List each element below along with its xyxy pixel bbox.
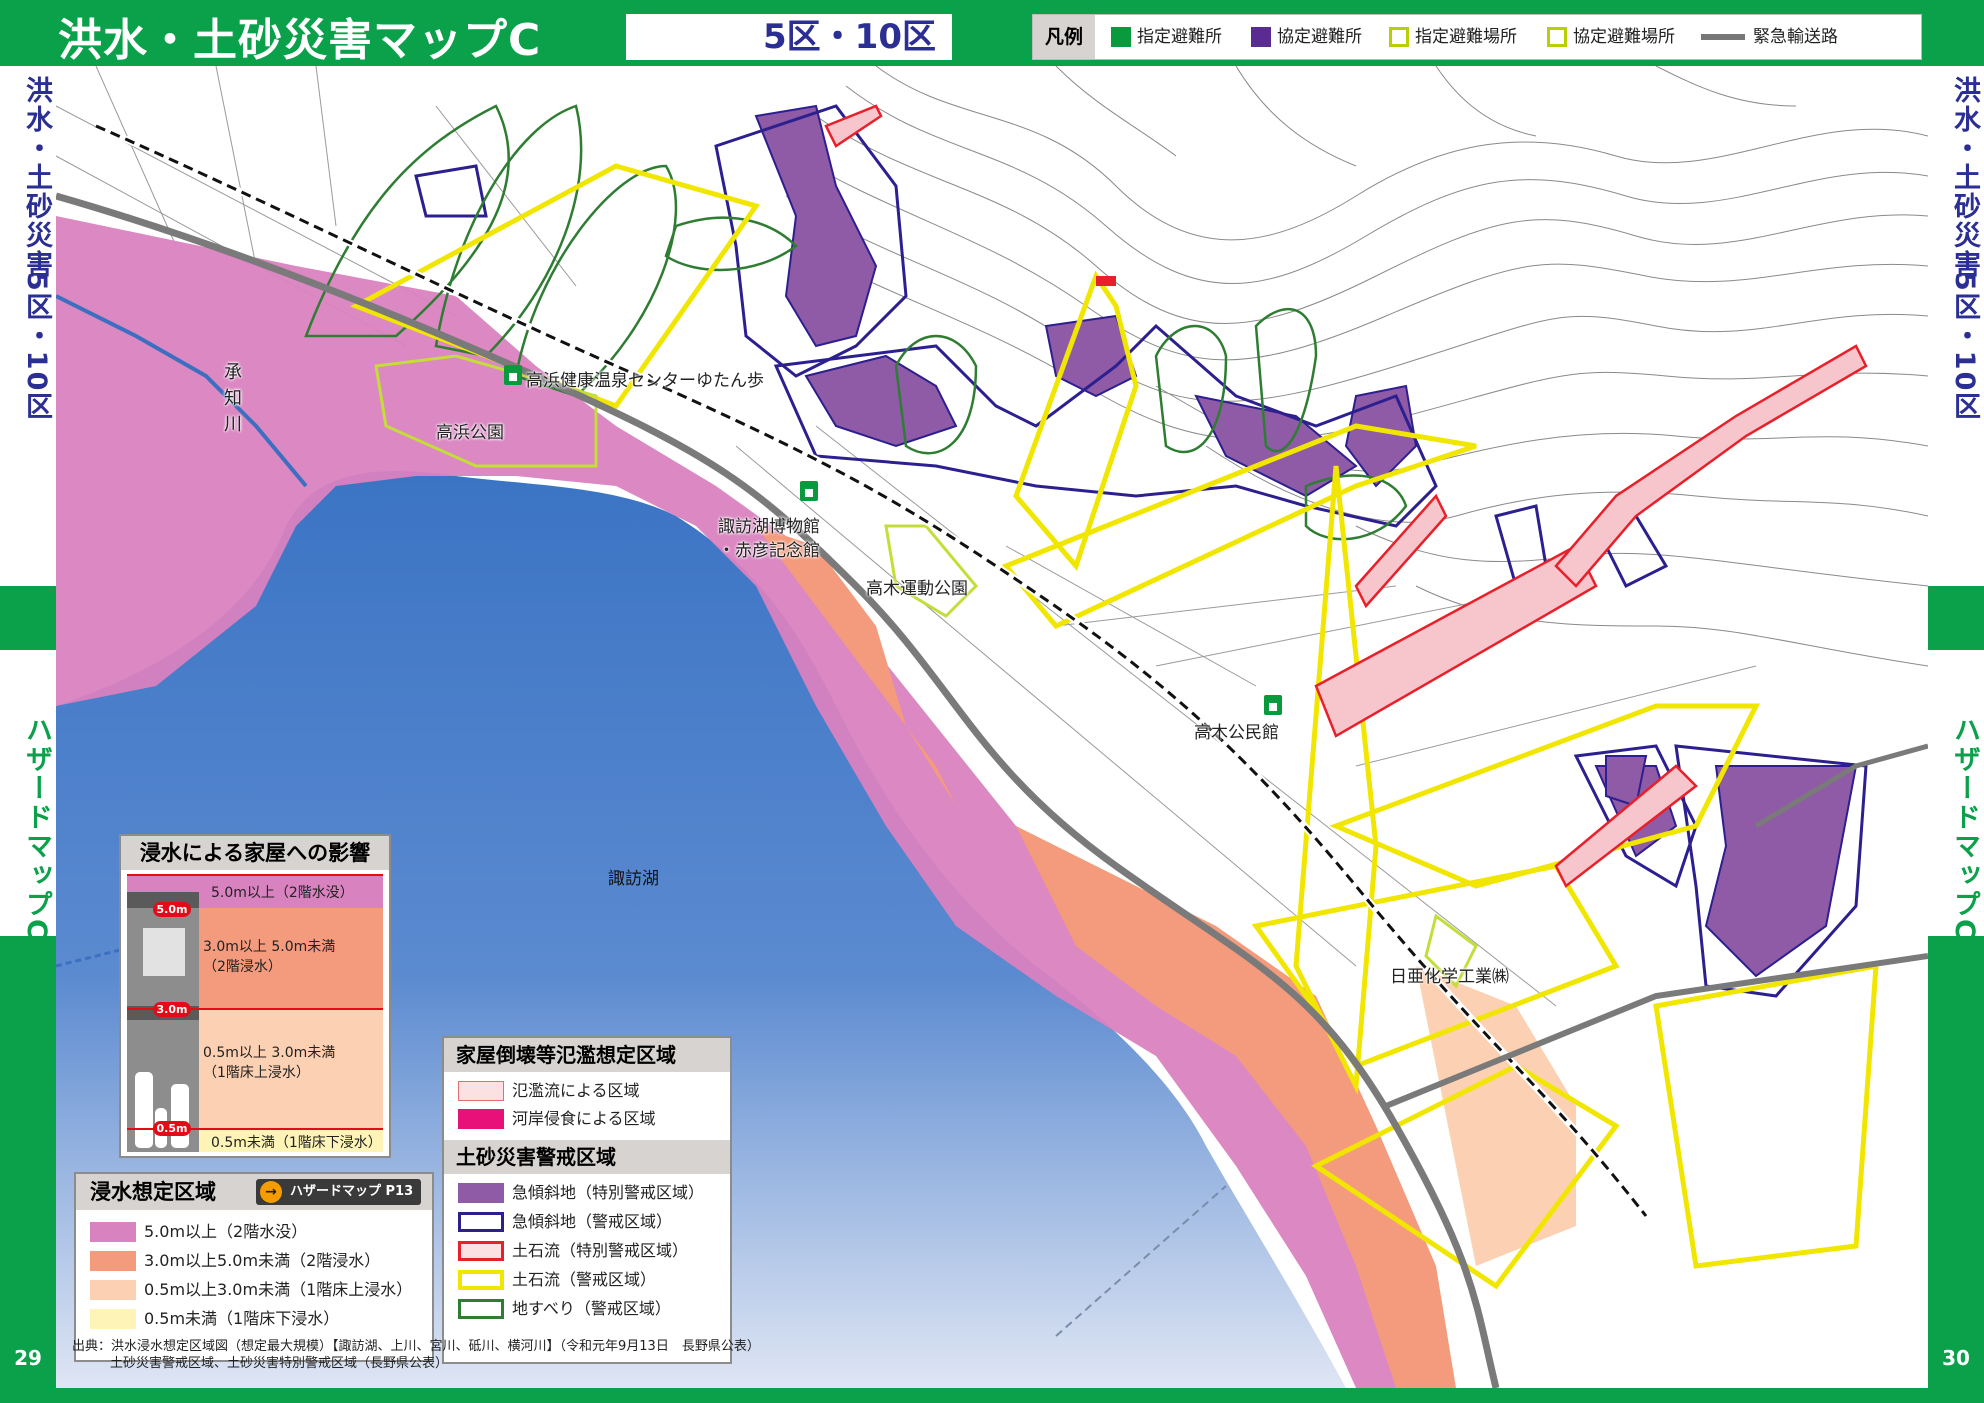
page-number: 30 <box>1942 1346 1970 1370</box>
agreement-shelter-icon <box>1251 27 1271 47</box>
depth-swatch <box>90 1251 136 1271</box>
sediment-label: 土石流（警戒区域） <box>512 1270 657 1289</box>
designated-evacuation-site-icon <box>1389 27 1409 47</box>
nichia-label: 日亜化学工業㈱ <box>1390 967 1509 987</box>
side-district: 5区・10区 <box>21 272 52 422</box>
hazard-map-link[interactable]: → ハザードマップ P13 <box>256 1179 422 1205</box>
left-sidebar: 洪水・土砂災害 5区・10区 ハザードマップC 29 <box>0 66 56 1388</box>
lake-label: 諏訪湖 <box>608 869 659 889</box>
designated-shelter-icon <box>1111 27 1131 47</box>
sediment-label: 急傾斜地（特別警戒区域） <box>512 1183 705 1202</box>
source-line: 出典：洪水浸水想定区域図（想定最大規模）【諏訪湖、上川、宮川、砥川、横河川】（令… <box>72 1339 760 1354</box>
flood-flow-swatch <box>458 1081 504 1101</box>
level-line-5m <box>127 874 383 876</box>
legend-label: 協定避難場所 <box>1573 27 1675 47</box>
depth-swatch <box>90 1309 136 1329</box>
depth-label: 0.5m以上3.0m未満（1階床上浸水） <box>144 1280 413 1299</box>
side-green-block <box>1928 936 1984 1388</box>
side-title: 洪水・土砂災害 <box>21 76 52 279</box>
museum-label-1: 諏訪湖博物館 <box>718 517 820 537</box>
flood-depth-legend: 浸水想定区域 → ハザードマップ P13 5.0m以上（2階水没） 3.0m以上5… <box>74 1172 434 1362</box>
collapse-label: 氾濫流による区域 <box>512 1081 640 1100</box>
side-green-block <box>0 936 56 1388</box>
side-map-name: ハザードマップC <box>21 716 52 941</box>
takahama-park-label: 高浜公園 <box>436 423 504 443</box>
designated-shelter-icon[interactable] <box>504 365 522 385</box>
hazard-map-link-label: ハザードマップ P13 <box>290 1184 414 1199</box>
impact-label: 3.0m以上 5.0m未満 <box>203 939 336 955</box>
depth-label: 0.5m未満（1階床下浸水） <box>144 1309 340 1328</box>
right-sidebar: 洪水・土砂災害 5区・10区 ハザードマップC 30 <box>1928 66 1984 1388</box>
takagi-hall-label: 高木公民館 <box>1194 723 1279 743</box>
arrow-right-icon: → <box>260 1181 282 1203</box>
side-green-block <box>0 586 56 650</box>
side-map-name: ハザードマップC <box>1949 716 1980 941</box>
page-number: 29 <box>14 1346 42 1370</box>
debris-special-swatch <box>458 1241 504 1261</box>
designated-shelter-icon[interactable] <box>800 481 818 501</box>
flood-panel-title: 浸水による家屋への影響 <box>121 836 389 870</box>
sediment-label: 急傾斜地（警戒区域） <box>512 1212 673 1231</box>
adult-person-icon <box>171 1084 189 1148</box>
bank-erosion-swatch <box>458 1109 504 1129</box>
side-green-block <box>1928 586 1984 650</box>
impact-label: 0.5m未満（1階床下浸水） <box>211 1135 382 1151</box>
impact-label: 5.0m以上（2階水没） <box>211 885 354 901</box>
side-district: 5区・10区 <box>1949 272 1980 422</box>
source-line: 土砂災害警戒区域、土砂災害特別警戒区域（長野県公表） <box>110 1356 449 1371</box>
marker-05m: 0.5m <box>153 1121 191 1136</box>
legend-label: 指定避難場所 <box>1415 27 1517 47</box>
designated-shelter-icon[interactable] <box>1264 695 1282 715</box>
takahama-onsen-label: 高浜健康温泉センターゆたん歩 <box>526 371 764 391</box>
steep-warning-swatch <box>458 1212 504 1232</box>
depth-swatch <box>90 1222 136 1242</box>
depth-legend-title: 浸水想定区域 <box>90 1180 216 1204</box>
flood-house-impact-panel: 浸水による家屋への影響 5.0m以上（2階水没） 3.0m以上 5.0m未満 （… <box>119 834 391 1158</box>
emergency-route-icon <box>1701 34 1745 40</box>
agreement-evacuation-site-icon <box>1547 27 1567 47</box>
side-title: 洪水・土砂災害 <box>1949 76 1980 279</box>
collapse-label: 河岸侵食による区域 <box>512 1109 656 1128</box>
legend-heading: 凡例 <box>1033 15 1095 59</box>
impact-sublabel: （2階浸水） <box>203 959 282 975</box>
steep-special-swatch <box>458 1183 504 1203</box>
page-title: 洪水・土砂災害マップC <box>58 15 542 66</box>
takagi-sports-park-label: 高木運動公園 <box>866 579 968 599</box>
depth-legend-header: 浸水想定区域 → ハザードマップ P13 <box>76 1174 432 1210</box>
depth-label: 3.0m以上5.0m未満（2階浸水） <box>144 1251 381 1270</box>
marker-3m: 3.0m <box>153 1002 191 1017</box>
sediment-label: 地すべり（警戒区域） <box>512 1299 671 1318</box>
district-text: 5区・10区 <box>763 17 936 57</box>
legend-label: 緊急輸送路 <box>1753 27 1838 47</box>
marker-5m: 5.0m <box>153 902 191 917</box>
source-note: 出典：洪水浸水想定区域図（想定最大規模）【諏訪湖、上川、宮川、砥川、横河川】（令… <box>72 1338 760 1372</box>
landslide-swatch <box>458 1299 504 1319</box>
footer-bar <box>0 1388 1984 1403</box>
district-label: 5区・10区 <box>626 14 952 60</box>
river-label: 承知川 <box>221 362 242 440</box>
depth-label: 5.0m以上（2階水没） <box>144 1222 308 1241</box>
adult-person-icon <box>135 1072 153 1148</box>
depth-swatch <box>90 1280 136 1300</box>
collapse-legend-title: 家屋倒壊等氾濫想定区域 <box>444 1038 730 1072</box>
map-legend: 凡例 指定避難所 協定避難所 指定避難場所 協定避難場所 緊急輸送路 <box>1032 14 1922 60</box>
museum-label-2: ・赤彦記念館 <box>718 541 820 561</box>
impact-label: 0.5m以上 3.0m未満 <box>203 1045 336 1061</box>
debris-warning-swatch <box>458 1270 504 1290</box>
sediment-label: 土石流（特別警戒区域） <box>512 1241 689 1260</box>
window-icon <box>143 928 185 976</box>
impact-sublabel: （1階床上浸水） <box>203 1065 310 1081</box>
legend-label: 指定避難所 <box>1137 27 1222 47</box>
hazard-legend: 家屋倒壊等氾濫想定区域 氾濫流による区域 河岸侵食による区域 土砂災害警戒区域 … <box>442 1036 732 1364</box>
sediment-legend-title: 土砂災害警戒区域 <box>444 1140 730 1174</box>
legend-label: 協定避難所 <box>1277 27 1362 47</box>
